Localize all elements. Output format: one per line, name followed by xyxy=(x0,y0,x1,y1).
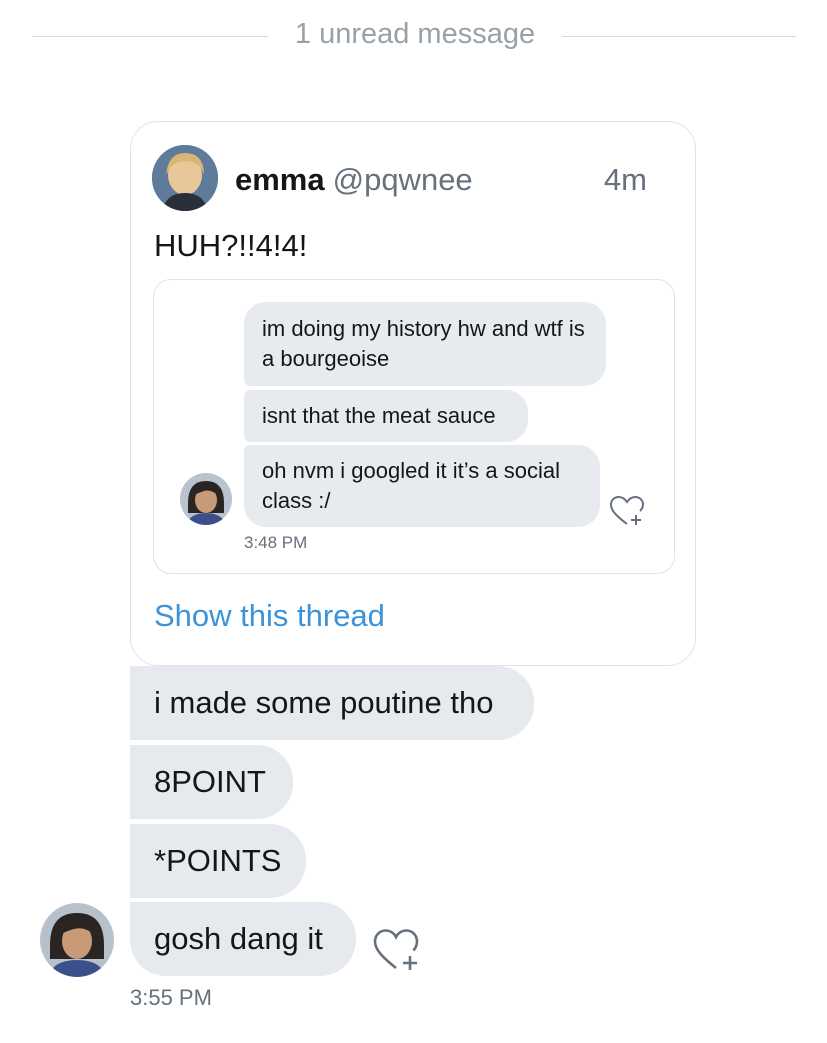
author-screen-name: @pqwnee xyxy=(332,162,473,197)
message-text: i made some poutine tho xyxy=(154,685,494,720)
author-display-name: emma xyxy=(235,162,325,197)
embedded-image[interactable]: im doing my history hw and wtf is a bour… xyxy=(153,279,675,574)
tweet-author-avatar[interactable] xyxy=(152,145,218,211)
embedded-message: oh nvm i googled it it’s a social class … xyxy=(244,445,600,527)
heart-plus-icon[interactable] xyxy=(609,494,645,528)
shared-tweet-card[interactable]: emma @pqwnee 4m HUH?!!4!4! im doing my hi… xyxy=(130,121,696,666)
message-text: gosh dang it xyxy=(154,921,323,956)
embedded-time: 3:48 PM xyxy=(244,533,308,552)
show-thread-link[interactable]: Show this thread xyxy=(154,596,385,636)
embedded-message: im doing my history hw and wtf is a bour… xyxy=(244,302,606,386)
tweet-time: 4m xyxy=(603,162,647,197)
sender-avatar[interactable] xyxy=(40,903,114,977)
message-timestamp: 3:55 PM xyxy=(130,985,212,1010)
message-text: *POINTS xyxy=(154,843,282,878)
message-bubble[interactable]: i made some poutine tho xyxy=(130,666,534,740)
message-bubble[interactable]: *POINTS xyxy=(130,824,306,898)
tweet-text: HUH?!!4!4! xyxy=(154,228,308,263)
embedded-message: isnt that the meat sauce xyxy=(244,390,528,442)
embedded-avatar xyxy=(180,473,232,525)
message-bubble[interactable]: 8POINT xyxy=(130,745,293,819)
message-bubble[interactable]: gosh dang it xyxy=(130,902,356,976)
unread-divider: 1 unread message xyxy=(32,14,796,54)
unread-label: 1 unread message xyxy=(294,18,536,50)
heart-plus-icon[interactable] xyxy=(372,926,422,974)
divider-line-right xyxy=(562,36,796,37)
message-text: 8POINT xyxy=(154,764,266,799)
divider-line-left xyxy=(32,36,268,37)
tweet-author[interactable]: emma @pqwnee xyxy=(235,160,473,200)
